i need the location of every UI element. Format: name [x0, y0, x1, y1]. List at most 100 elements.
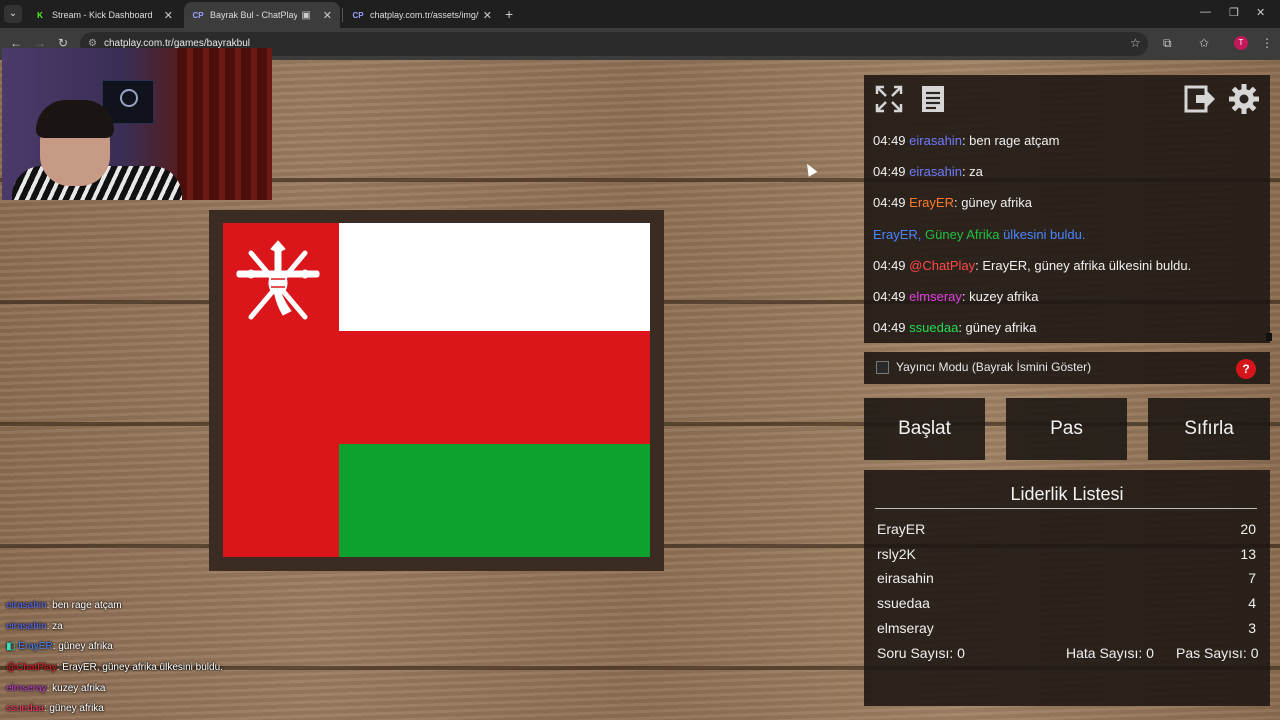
chat-username: ErayER [873, 227, 918, 242]
overlay-text: : güney afrika [52, 641, 113, 652]
extensions-icon[interactable]: ⧉ [1163, 36, 1172, 51]
overlay-username: eirasahin [6, 621, 47, 632]
chat-system-message: ErayER, Güney Afrika ülkesini buldu. [873, 227, 1085, 242]
streamer-hair [36, 100, 114, 138]
leaderboard-score: 3 [1248, 620, 1256, 636]
flag-image [223, 223, 650, 557]
badge-icon: ◧ [6, 641, 19, 652]
chat-scrollbar[interactable] [1266, 333, 1272, 341]
tab-title: Bayrak Bul - ChatPlay [210, 10, 298, 20]
overlay-username: @ChatPlay [6, 662, 57, 673]
restore-icon[interactable]: ❐ [1229, 6, 1239, 19]
overlay-text: : kuzey afrika [46, 683, 106, 694]
tab-flag-image[interactable]: CP chatplay.com.tr/assets/img/fla... ✕ [344, 2, 500, 28]
reset-button[interactable]: Sıfırla [1148, 398, 1270, 460]
chat-username: ssuedaa [909, 320, 959, 335]
leaderboard-divider [875, 508, 1257, 509]
chat-time: 04:49 [873, 164, 906, 179]
chat-message: 04:49 @ChatPlay: ErayER, güney afrika ül… [873, 258, 1191, 273]
chat-time: 04:49 [873, 195, 906, 210]
leaderboard-panel [864, 470, 1270, 706]
chat-time: 04:49 [873, 133, 906, 148]
pass-count: Pas Sayısı: 0 [1176, 645, 1259, 661]
tab-kick-dashboard[interactable]: K Stream - Kick Dashboard ✕ [26, 2, 181, 28]
leaderboard-score: 20 [1240, 521, 1256, 537]
leaderboard-score: 7 [1248, 570, 1256, 586]
chat-username: eirasahin [909, 164, 962, 179]
overlay-chat-line: eirasahin: ben rage atçam [6, 600, 122, 611]
chat-text: : ben rage atçam [961, 133, 1060, 148]
help-button[interactable]: ? [1236, 359, 1256, 379]
overlay-text: : za [46, 621, 63, 632]
menu-kebab-icon[interactable]: ⋮ [1261, 36, 1273, 50]
overlay-text: : ErayER, güney afrika ülkesini buldu. [56, 662, 223, 673]
settings-gear-icon[interactable] [1227, 82, 1261, 116]
chat-time: 04:49 [873, 320, 906, 335]
streamer-mode-checkbox[interactable] [876, 361, 889, 374]
new-tab-button[interactable]: + [505, 6, 513, 22]
bookmark-star-icon[interactable]: ☆ [1130, 36, 1141, 50]
overlay-username: eirasahin [6, 600, 47, 611]
media-playing-icon[interactable]: ▣ [301, 10, 310, 21]
kick-favicon-icon: K [37, 10, 43, 20]
leaderboard-score: 13 [1240, 546, 1256, 562]
chat-time: 04:49 [873, 258, 906, 273]
overlay-username: elmseray [6, 683, 47, 694]
profile-avatar[interactable]: T [1234, 36, 1248, 50]
chatplay-favicon-icon: CP [352, 10, 364, 20]
flag-red-stripe [339, 331, 650, 444]
tab-search-chevron-icon[interactable]: ⌄ [4, 5, 22, 23]
curtain [177, 48, 272, 200]
chat-text: : güney afrika [958, 320, 1037, 335]
chat-message: 04:49 eirasahin: ben rage atçam [873, 133, 1060, 148]
leaderboard-name: ErayER [877, 521, 926, 537]
tab-bayrak-bul[interactable]: CP Bayrak Bul - ChatPlay ▣ ✕ [184, 2, 340, 28]
overlay-chat-line: eirasahin: za [6, 621, 63, 632]
close-tab-icon[interactable]: ✕ [164, 9, 173, 22]
overlay-username: ErayER [18, 641, 53, 652]
leaderboard-name: ssuedaa [877, 595, 930, 611]
overlay-text: : ben rage atçam [46, 600, 122, 611]
overlay-chat-line: ◧ ErayER: güney afrika [6, 641, 113, 652]
chat-username: @ChatPlay [909, 258, 976, 273]
tab-strip: ⌄ K Stream - Kick Dashboard ✕ CP Bayrak … [0, 0, 1280, 28]
pass-button[interactable]: Pas [1006, 398, 1127, 460]
bookmarks-panel-icon[interactable]: ✩ [1199, 36, 1209, 50]
overlay-chat-line: elmseray: kuzey afrika [6, 683, 106, 694]
webcam-overlay [2, 48, 272, 200]
chat-text: , [917, 227, 926, 242]
chat-time: 04:49 [873, 289, 906, 304]
chat-username: elmseray [909, 289, 962, 304]
error-count: Hata Sayısı: 0 [1066, 645, 1154, 661]
exit-icon[interactable] [1183, 82, 1217, 116]
chat-message: 04:49 elmseray: kuzey afrika [873, 289, 1039, 304]
leaderboard-score: 4 [1248, 595, 1256, 611]
chat-text: : kuzey afrika [961, 289, 1039, 304]
fullscreen-icon[interactable] [872, 82, 906, 116]
start-button[interactable]: Başlat [864, 398, 985, 460]
leaderboard-name: elmseray [877, 620, 934, 636]
chat-message: 04:49 ssuedaa: güney afrika [873, 320, 1036, 335]
leaderboard-name: eirasahin [877, 570, 934, 586]
question-count: Soru Sayısı: 0 [877, 645, 965, 661]
chat-message: 04:49 eirasahin: za [873, 164, 983, 179]
chat-text: : ErayER, güney afrika ülkesini buldu. [975, 258, 1192, 273]
flag-emblem-icon [236, 240, 320, 320]
leaderboard-title: Liderlik Listesi [1010, 484, 1124, 504]
chat-text: : güney afrika [953, 195, 1033, 210]
tab-separator [342, 8, 343, 22]
leaderboard-name: rsly2K [877, 546, 916, 562]
document-list-icon[interactable] [916, 82, 950, 116]
chat-text: ülkesini buldu. [999, 227, 1086, 242]
close-window-icon[interactable]: ✕ [1256, 6, 1265, 19]
overlay-chat-line: ssuedaa: güney afrika [6, 703, 104, 714]
tab-title: chatplay.com.tr/assets/img/fla... [370, 10, 479, 20]
overlay-chat-line: @ChatPlay: ErayER, güney afrika ülkesini… [6, 662, 223, 673]
close-tab-icon[interactable]: ✕ [483, 9, 492, 22]
chat-text: : za [961, 164, 983, 179]
flag-green-stripe [339, 444, 650, 557]
close-tab-icon[interactable]: ✕ [323, 9, 332, 22]
overlay-text: : güney afrika [43, 703, 104, 714]
streamer-mode-label[interactable]: Yayıncı Modu (Bayrak İsmini Göster) [896, 360, 1091, 374]
minimize-icon[interactable]: — [1200, 6, 1211, 18]
